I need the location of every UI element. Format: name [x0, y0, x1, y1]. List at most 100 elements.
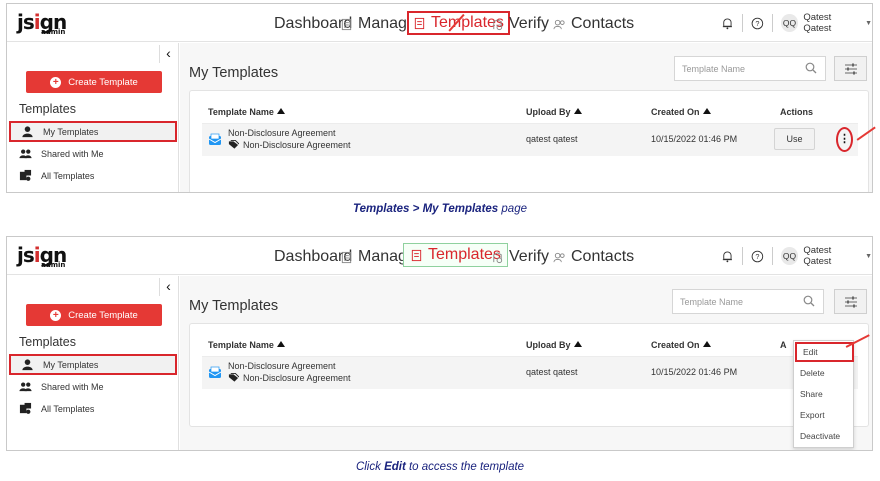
- templates-table: Template Name Upload By Created On Actio…: [189, 90, 869, 192]
- col-template-name[interactable]: Template Name: [208, 107, 285, 117]
- search-icon: [803, 295, 815, 307]
- divider: [771, 14, 773, 32]
- col-label: Upload By: [526, 107, 571, 117]
- chevron-down-icon[interactable]: ▼: [865, 20, 872, 27]
- col-upload-by[interactable]: Upload By: [526, 107, 582, 117]
- col-created-on[interactable]: Created On: [651, 340, 711, 350]
- sidebar-item-label: All Templates: [41, 403, 95, 414]
- create-template-button[interactable]: + Create Template: [26, 71, 162, 93]
- col-upload-by[interactable]: Upload By: [526, 340, 582, 350]
- sidebar-item-my-templates[interactable]: My Templates: [9, 354, 177, 375]
- upload-by-cell: qatest qatest: [526, 134, 578, 144]
- divider: [771, 247, 773, 265]
- chevron-down-icon[interactable]: ▼: [865, 253, 872, 260]
- tag-icon: [228, 140, 239, 149]
- sliders-icon: [844, 63, 857, 74]
- sidebar-section-title: Templates: [19, 335, 76, 349]
- menu-item-delete[interactable]: Delete: [794, 363, 853, 383]
- table-row[interactable]: Non-Disclosure Agreement Non-Disclosure …: [202, 123, 858, 156]
- nav-verify-label: Verify: [509, 248, 550, 265]
- filter-button[interactable]: [834, 56, 867, 81]
- nav-contacts[interactable]: Contacts: [553, 13, 634, 35]
- col-created-on[interactable]: Created On: [651, 107, 711, 117]
- col-label: Created On: [651, 340, 700, 350]
- sidebar-item-shared[interactable]: Shared with Me: [9, 143, 177, 164]
- sidebar-item-label: My Templates: [43, 126, 99, 137]
- collapse-sidebar-button[interactable]: ‹: [159, 45, 177, 63]
- template-file-icon: [208, 366, 222, 378]
- search-input[interactable]: Template Name: [672, 289, 824, 314]
- sidebar-item-all[interactable]: All Templates: [9, 398, 177, 419]
- users-icon: [19, 149, 32, 159]
- nav-contacts[interactable]: Contacts: [553, 246, 634, 268]
- menu-item-deactivate[interactable]: Deactivate: [794, 426, 853, 446]
- screenshot-edit-menu: jsign admin Dashboard Manage Templates V…: [6, 236, 873, 451]
- sort-up-icon: [573, 108, 582, 114]
- tag-icon: [228, 373, 239, 382]
- template-name[interactable]: Non-Disclosure Agreement: [228, 128, 336, 138]
- user-name[interactable]: Qatest Qatest: [803, 12, 861, 34]
- collapse-sidebar-button[interactable]: ‹: [159, 278, 177, 296]
- document-icon: [341, 18, 352, 30]
- sidebar-item-my-templates[interactable]: My Templates: [9, 121, 177, 142]
- plus-icon: +: [50, 309, 62, 321]
- sidebar-item-label: My Templates: [43, 359, 99, 370]
- contacts-icon: [553, 19, 565, 29]
- avatar[interactable]: QQ: [780, 247, 799, 265]
- use-button[interactable]: Use: [774, 128, 815, 150]
- verify-icon: [493, 251, 503, 263]
- create-template-button[interactable]: + Create Template: [26, 304, 162, 326]
- caption-part: My Templates: [422, 203, 499, 215]
- search-input[interactable]: Template Name: [674, 56, 826, 81]
- sidebar: ‹ + Create Template Templates My Templat…: [7, 276, 179, 450]
- col-actions: A: [780, 340, 787, 350]
- jsign-logo[interactable]: jsign admin: [17, 243, 67, 269]
- caption-part: Edit: [384, 461, 406, 473]
- sort-up-icon: [573, 341, 582, 347]
- nav-verify-label: Verify: [509, 15, 550, 32]
- user-name[interactable]: Qatest Qatest: [803, 245, 861, 267]
- menu-item-share[interactable]: Share: [794, 384, 853, 404]
- nav-verify[interactable]: Verify: [491, 13, 549, 35]
- menu-item-export[interactable]: Export: [794, 405, 853, 425]
- sort-up-icon: [276, 108, 285, 114]
- filter-button[interactable]: [834, 289, 867, 314]
- bell-icon[interactable]: [721, 250, 734, 263]
- caption-part: page: [498, 203, 527, 215]
- screenshot-templates-page: jsign admin Dashboard Manage Templates V…: [6, 3, 873, 193]
- col-template-name[interactable]: Template Name: [208, 340, 285, 350]
- main-content: My Templates Template Name Template Name…: [180, 43, 872, 192]
- caption-part: Click: [355, 461, 385, 473]
- more-options-icon[interactable]: ⋮: [836, 127, 853, 152]
- bell-icon[interactable]: [721, 17, 734, 30]
- top-navbar: jsign admin Dashboard Manage Templates V…: [7, 4, 872, 42]
- divider: [741, 247, 743, 265]
- table-row[interactable]: Non-Disclosure Agreement Non-Disclosure …: [202, 356, 858, 389]
- actions-dropdown-menu: Edit Delete Share Export Deactivate: [793, 340, 854, 448]
- help-icon[interactable]: ?: [751, 17, 764, 30]
- template-tag-label: Non-Disclosure Agreement: [243, 373, 351, 383]
- page-title: My Templates: [189, 298, 279, 314]
- caption-part: Templates: [353, 203, 410, 215]
- caption-top: Templates > My Templates page: [0, 203, 880, 215]
- template-name[interactable]: Non-Disclosure Agreement: [228, 361, 336, 371]
- caption-bottom: Click Edit to access the template: [0, 461, 880, 473]
- nav-manage[interactable]: Manage: [340, 13, 416, 35]
- all-templates-icon: [19, 402, 32, 414]
- sidebar: ‹ + Create Template Templates My Templat…: [7, 43, 179, 192]
- avatar[interactable]: QQ: [780, 14, 799, 32]
- nav-verify[interactable]: Verify: [491, 246, 549, 268]
- help-icon[interactable]: ?: [751, 250, 764, 263]
- templates-table: Template Name Upload By Created On A Non…: [189, 323, 869, 448]
- col-label: Created On: [651, 107, 700, 117]
- col-label: Upload By: [526, 340, 571, 350]
- sidebar-item-shared[interactable]: Shared with Me: [9, 376, 177, 397]
- jsign-logo[interactable]: jsign admin: [17, 10, 67, 36]
- contacts-icon: [553, 252, 565, 262]
- user-tools: ? QQ Qatest Qatest ▼: [721, 245, 872, 267]
- template-tag: Non-Disclosure Agreement: [228, 140, 351, 150]
- sidebar-item-all[interactable]: All Templates: [9, 165, 177, 186]
- page-title: My Templates: [189, 65, 279, 81]
- sidebar-item-label: Shared with Me: [41, 148, 104, 159]
- col-label: Template Name: [208, 340, 274, 350]
